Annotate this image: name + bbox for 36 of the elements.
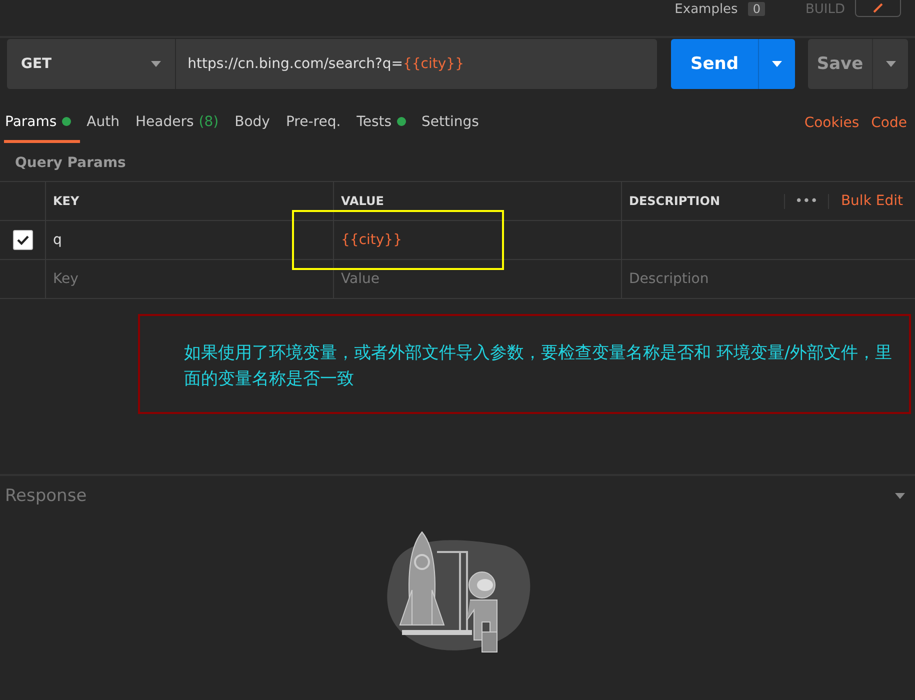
save-options-button[interactable]: [872, 39, 908, 89]
edit-button[interactable]: [855, 0, 901, 17]
method-dropdown[interactable]: GET: [7, 39, 176, 89]
tab-count: (8): [198, 114, 219, 130]
save-button[interactable]: Save: [808, 39, 872, 89]
caret-icon: [150, 61, 161, 67]
examples-count: 0: [748, 2, 766, 16]
annotation-note: 如果使用了环境变量，或者外部文件导入参数，要检查变量名称是否和 环境变量/外部文件，里面的变量名称是否一致: [138, 314, 911, 414]
header-link[interactable]: Code: [871, 115, 907, 131]
bulk-edit-link[interactable]: Bulk Edit: [828, 193, 915, 209]
url-field[interactable]: https://cn.bing.com/search?q={{city}}: [176, 39, 657, 89]
request-tab[interactable]: Headers (8): [134, 103, 228, 143]
send-options-button[interactable]: [758, 39, 795, 89]
collapse-caret-icon: [895, 493, 905, 499]
examples-label[interactable]: Examples: [674, 2, 738, 17]
request-tab[interactable]: Params: [4, 103, 80, 143]
header-link[interactable]: Cookies: [804, 115, 860, 131]
key-cell[interactable]: q: [45, 221, 333, 259]
caret-icon: [772, 61, 782, 67]
column-header: VALUE: [333, 182, 621, 220]
row-checkbox[interactable]: [12, 230, 32, 250]
column-header: DESCRIPTION: [629, 194, 720, 208]
send-button[interactable]: Send: [671, 39, 758, 89]
checkmark-icon: [16, 235, 28, 245]
response-title: Response: [5, 486, 87, 506]
value-cell[interactable]: {{city}}: [333, 221, 621, 259]
caret-icon: [886, 61, 896, 67]
request-tab[interactable]: Auth: [86, 103, 128, 143]
request-tab[interactable]: Tests: [356, 103, 415, 143]
section-title: Query Params: [14, 154, 127, 173]
pencil-icon: [872, 3, 884, 13]
request-tab[interactable]: Settings: [420, 103, 488, 143]
request-tab[interactable]: Pre-req.: [284, 103, 350, 143]
more-button[interactable]: •••: [784, 194, 829, 208]
column-header: KEY: [45, 182, 333, 220]
request-tab[interactable]: Body: [234, 103, 279, 143]
